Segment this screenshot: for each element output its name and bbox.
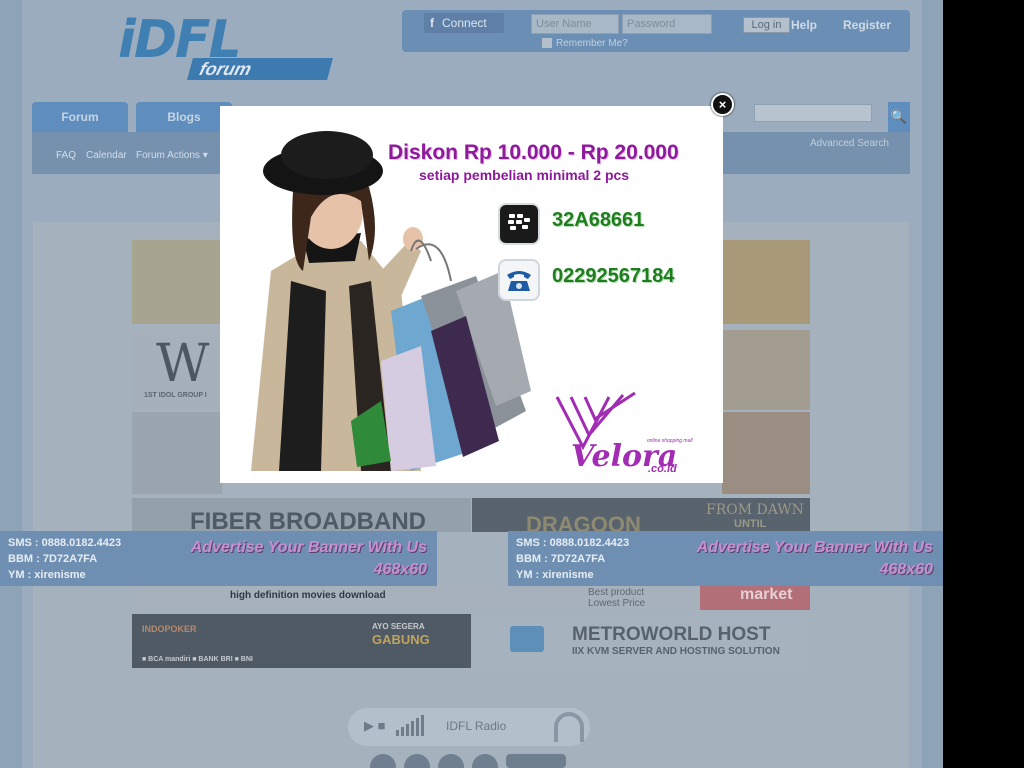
volume-icon[interactable] [396, 714, 432, 736]
from-dawn-text: FROM DAWN [706, 502, 804, 518]
login-button[interactable]: Log in [743, 17, 790, 33]
headphones-icon [554, 712, 584, 742]
phone-number: 02292567184 [552, 265, 675, 287]
phone-icon [498, 259, 540, 301]
logo-forum-ribbon: forum [187, 58, 333, 80]
bank-logos-row: ■ BCA mandiri ■ BANK BRI ■ BNI [142, 656, 253, 663]
advanced-search-link[interactable]: Advanced Search [810, 138, 889, 149]
play-stop-icon[interactable]: ▶ ■ [364, 718, 385, 734]
radio-player: ▶ ■ IDFL Radio [348, 708, 590, 746]
banner-fiber-broadband[interactable]: FIBER BROADBAND [132, 498, 471, 532]
ad-bbm: BBM : 7D72A7FA [8, 553, 98, 565]
lowest-price-text: Lowest Price [588, 598, 646, 609]
facebook-connect-button[interactable]: f Connect [424, 13, 504, 33]
banner-market[interactable]: Best product Lowest Price market [472, 586, 810, 610]
remember-checkbox[interactable] [542, 38, 552, 49]
app-icon[interactable] [370, 754, 396, 768]
login-bar: f Connect User Name Password Log in Help … [402, 10, 910, 52]
close-icon[interactable]: × [711, 93, 734, 116]
until-text: UNTIL [734, 518, 767, 530]
site-logo[interactable]: iDFL forum [118, 10, 333, 82]
banner-model-right[interactable] [722, 412, 810, 494]
gabung-text: GABUNG [372, 632, 430, 647]
ad-headline: Advertise Your Banner With Us [696, 539, 933, 556]
discount-headline: Diskon Rp 10.000 - Rp 20.000 [388, 141, 679, 164]
wfl-tagline: 1ST IDOL GROUP I [144, 392, 207, 399]
tab-blogs[interactable]: Blogs [136, 102, 232, 132]
ad-bbm: BBM : 7D72A7FA [516, 553, 606, 565]
fiber-title: FIBER BROADBAND [190, 508, 426, 532]
search-input[interactable] [754, 104, 872, 122]
promo-popup[interactable]: Diskon Rp 10.000 - Rp 20.000 setiap pemb… [220, 106, 723, 483]
facebook-icon: f [430, 16, 434, 30]
metroworld-title: METROWORLD HOST [572, 624, 771, 645]
app-icon[interactable] [438, 754, 464, 768]
radio-label: IDFL Radio [446, 719, 507, 733]
app-icon[interactable] [404, 754, 430, 768]
discount-subline: setiap pembelian minimal 2 pcs [419, 167, 630, 183]
metroworld-logo-icon [510, 626, 544, 652]
advertise-banner-left[interactable]: SMS : 0888.0182.4423 BBM : 7D72A7FA YM :… [0, 531, 437, 586]
banner-indopoker[interactable]: INDOPOKER AYO SEGERA GABUNG ■ BCA mandir… [132, 614, 471, 668]
advertise-banner-right[interactable]: SMS : 0888.0182.4423 BBM : 7D72A7FA YM :… [508, 531, 943, 586]
help-link[interactable]: Help [791, 18, 817, 32]
market-text: market [740, 586, 793, 603]
banner-wfl[interactable]: W 1ST IDOL GROUP I [132, 330, 222, 410]
ad-size: 468x60 [373, 561, 427, 578]
banner-onepiece[interactable] [132, 240, 222, 324]
bottom-icon-row [370, 754, 570, 768]
banner-velora-left[interactable] [132, 412, 222, 494]
app-icon[interactable] [472, 754, 498, 768]
username-input[interactable]: User Name [531, 14, 619, 34]
banner-idol-photo[interactable] [722, 330, 810, 410]
ad-sms: SMS : 0888.0182.4423 [516, 537, 630, 549]
hd-movies-text: high definition movies download [230, 590, 386, 601]
ad-ym: YM : xirenisme [516, 569, 594, 581]
wfl-letter: W [156, 334, 210, 394]
app-icon[interactable] [506, 754, 566, 768]
bbm-icon [498, 203, 540, 245]
register-link[interactable]: Register [843, 18, 891, 32]
subnav-calendar[interactable]: Calendar [86, 150, 127, 161]
bbm-pin: 32A68661 [552, 209, 645, 231]
banner-top-right[interactable] [722, 240, 810, 324]
ayo-segera-text: AYO SEGERA [372, 622, 425, 631]
metroworld-subtitle: IIX KVM SERVER AND HOSTING SOLUTION [572, 646, 780, 657]
velora-logo: online shopping mall Velora .co.id [553, 391, 723, 483]
banner-movies[interactable]: high definition movies download [132, 586, 471, 610]
dragoon-title: DRAGOON [526, 512, 641, 532]
ad-size: 468x60 [879, 561, 933, 578]
remember-label: Remember Me? [556, 38, 628, 49]
banner-metroworld[interactable]: METROWORLD HOST IIX KVM SERVER AND HOSTI… [472, 614, 810, 668]
subnav-faq[interactable]: FAQ [56, 150, 76, 161]
indopoker-text: INDOPOKER [142, 624, 197, 634]
search-icon[interactable]: 🔍 [888, 102, 910, 132]
banner-dragoon[interactable]: DRAGOON FROM DAWN UNTIL [472, 498, 810, 532]
tab-forum[interactable]: Forum [32, 102, 128, 132]
ad-headline: Advertise Your Banner With Us [190, 539, 427, 556]
password-input[interactable]: Password [622, 14, 712, 34]
best-product-text: Best product [588, 587, 645, 598]
ad-sms: SMS : 0888.0182.4423 [8, 537, 122, 549]
velora-domain: .co.id [648, 463, 677, 475]
ad-ym: YM : xirenisme [8, 569, 86, 581]
remember-me[interactable]: Remember Me? [542, 38, 628, 49]
subnav-forum-actions[interactable]: Forum Actions ▾ [136, 150, 208, 161]
market-red-block: market [700, 586, 810, 610]
connect-label: Connect [442, 16, 487, 30]
